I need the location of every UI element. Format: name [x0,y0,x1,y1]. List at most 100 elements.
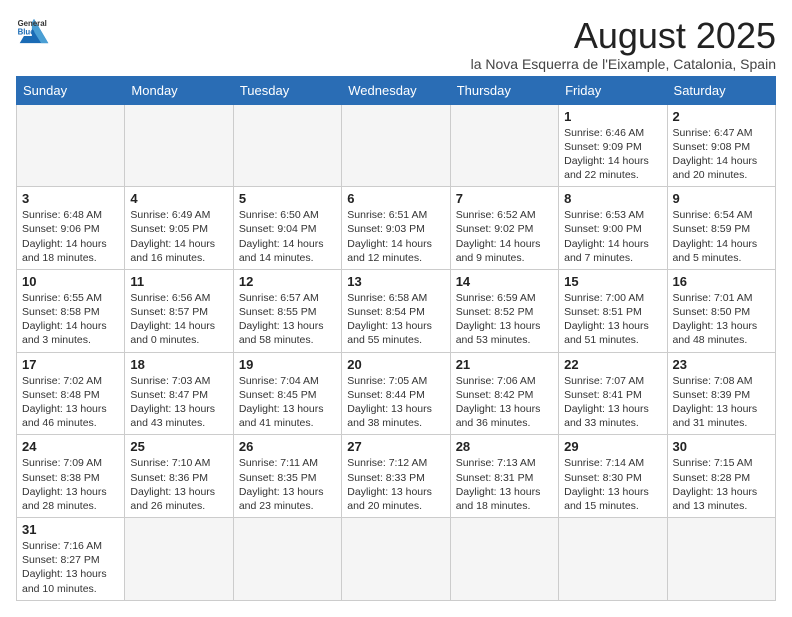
calendar-cell [667,518,775,601]
calendar-cell: 10Sunrise: 6:55 AM Sunset: 8:58 PM Dayli… [17,269,125,352]
day-number: 20 [347,357,444,372]
day-info: Sunrise: 6:53 AM Sunset: 9:00 PM Dayligh… [564,208,661,265]
day-number: 22 [564,357,661,372]
calendar-cell: 25 Sunrise: 7:10 AM Sunset: 8:36 PM Dayli… [125,435,233,518]
day-number: 7 [456,191,553,206]
day-number: 13 [347,274,444,289]
calendar-cell: 24 Sunrise: 7:09 AM Sunset: 8:38 PM Dayli… [17,435,125,518]
calendar-cell [17,104,125,187]
day-header-saturday: Saturday [667,76,775,104]
day-number: 27 [347,439,444,454]
calendar-cell [233,104,341,187]
day-number: 8 [564,191,661,206]
week-row-2: 10Sunrise: 6:55 AM Sunset: 8:58 PM Dayli… [17,269,776,352]
day-header-sunday: Sunday [17,76,125,104]
svg-text:Blue: Blue [18,28,36,37]
day-number: 21 [456,357,553,372]
calendar-cell: 27 Sunrise: 7:12 AM Sunset: 8:33 PM Dayli… [342,435,450,518]
day-info: Sunrise: 7:02 AM Sunset: 8:48 PM Dayligh… [22,374,119,431]
calendar-cell: 4Sunrise: 6:49 AM Sunset: 9:05 PM Daylig… [125,187,233,270]
day-number: 6 [347,191,444,206]
day-info: Sunrise: 7:07 AM Sunset: 8:41 PM Dayligh… [564,374,661,431]
day-number: 1 [564,109,661,124]
day-info: Sunrise: 6:50 AM Sunset: 9:04 PM Dayligh… [239,208,336,265]
calendar-cell: 31Sunrise: 7:16 AM Sunset: 8:27 PM Dayli… [17,518,125,601]
day-number: 23 [673,357,770,372]
calendar-cell: 23 Sunrise: 7:08 AM Sunset: 8:39 PM Dayli… [667,352,775,435]
day-info: Sunrise: 7:03 AM Sunset: 8:47 PM Dayligh… [130,374,227,431]
day-header-wednesday: Wednesday [342,76,450,104]
day-info: Sunrise: 6:47 AM Sunset: 9:08 PM Dayligh… [673,126,770,183]
week-row-3: 17 Sunrise: 7:02 AM Sunset: 8:48 PM Dayli… [17,352,776,435]
calendar-table: SundayMondayTuesdayWednesdayThursdayFrid… [16,76,776,601]
day-info: Sunrise: 6:58 AM Sunset: 8:54 PM Dayligh… [347,291,444,348]
calendar-cell: 7Sunrise: 6:52 AM Sunset: 9:02 PM Daylig… [450,187,558,270]
day-number: 5 [239,191,336,206]
day-number: 26 [239,439,336,454]
calendar-cell: 13 Sunrise: 6:58 AM Sunset: 8:54 PM Dayli… [342,269,450,352]
calendar-header-row: SundayMondayTuesdayWednesdayThursdayFrid… [17,76,776,104]
day-info: Sunrise: 7:09 AM Sunset: 8:38 PM Dayligh… [22,456,119,513]
day-info: Sunrise: 7:10 AM Sunset: 8:36 PM Dayligh… [130,456,227,513]
calendar-cell: 19Sunrise: 7:04 AM Sunset: 8:45 PM Dayli… [233,352,341,435]
day-header-thursday: Thursday [450,76,558,104]
day-header-tuesday: Tuesday [233,76,341,104]
calendar-cell [342,518,450,601]
calendar-cell: 3Sunrise: 6:48 AM Sunset: 9:06 PM Daylig… [17,187,125,270]
calendar-cell: 22 Sunrise: 7:07 AM Sunset: 8:41 PM Dayli… [559,352,667,435]
calendar-cell: 16Sunrise: 7:01 AM Sunset: 8:50 PM Dayli… [667,269,775,352]
day-info: Sunrise: 6:48 AM Sunset: 9:06 PM Dayligh… [22,208,119,265]
week-row-0: 1 Sunrise: 6:46 AM Sunset: 9:09 PM Daylig… [17,104,776,187]
day-info: Sunrise: 7:08 AM Sunset: 8:39 PM Dayligh… [673,374,770,431]
calendar-cell: 1 Sunrise: 6:46 AM Sunset: 9:09 PM Daylig… [559,104,667,187]
calendar-cell [125,104,233,187]
calendar-cell [125,518,233,601]
day-number: 17 [22,357,119,372]
day-info: Sunrise: 7:01 AM Sunset: 8:50 PM Dayligh… [673,291,770,348]
day-number: 4 [130,191,227,206]
day-info: Sunrise: 7:16 AM Sunset: 8:27 PM Dayligh… [22,539,119,596]
day-number: 24 [22,439,119,454]
calendar-cell [233,518,341,601]
day-info: Sunrise: 7:06 AM Sunset: 8:42 PM Dayligh… [456,374,553,431]
calendar-title: August 2025 [471,16,776,56]
calendar-cell [450,104,558,187]
day-info: Sunrise: 7:12 AM Sunset: 8:33 PM Dayligh… [347,456,444,513]
day-number: 12 [239,274,336,289]
calendar-cell: 15Sunrise: 7:00 AM Sunset: 8:51 PM Dayli… [559,269,667,352]
day-header-monday: Monday [125,76,233,104]
day-number: 25 [130,439,227,454]
day-info: Sunrise: 7:15 AM Sunset: 8:28 PM Dayligh… [673,456,770,513]
day-info: Sunrise: 6:59 AM Sunset: 8:52 PM Dayligh… [456,291,553,348]
day-info: Sunrise: 7:13 AM Sunset: 8:31 PM Dayligh… [456,456,553,513]
day-info: Sunrise: 6:46 AM Sunset: 9:09 PM Dayligh… [564,126,661,183]
calendar-cell: 17 Sunrise: 7:02 AM Sunset: 8:48 PM Dayli… [17,352,125,435]
calendar-cell: 9Sunrise: 6:54 AM Sunset: 8:59 PM Daylig… [667,187,775,270]
calendar-cell: 2 Sunrise: 6:47 AM Sunset: 9:08 PM Daylig… [667,104,775,187]
day-number: 15 [564,274,661,289]
week-row-1: 3Sunrise: 6:48 AM Sunset: 9:06 PM Daylig… [17,187,776,270]
calendar-cell: 29Sunrise: 7:14 AM Sunset: 8:30 PM Dayli… [559,435,667,518]
week-row-4: 24 Sunrise: 7:09 AM Sunset: 8:38 PM Dayli… [17,435,776,518]
logo: General Blue [16,16,52,46]
calendar-cell: 5 Sunrise: 6:50 AM Sunset: 9:04 PM Daylig… [233,187,341,270]
calendar-cell [559,518,667,601]
day-number: 30 [673,439,770,454]
calendar-cell [450,518,558,601]
day-number: 14 [456,274,553,289]
calendar-cell: 12Sunrise: 6:57 AM Sunset: 8:55 PM Dayli… [233,269,341,352]
day-number: 28 [456,439,553,454]
day-info: Sunrise: 6:55 AM Sunset: 8:58 PM Dayligh… [22,291,119,348]
day-number: 19 [239,357,336,372]
day-info: Sunrise: 6:51 AM Sunset: 9:03 PM Dayligh… [347,208,444,265]
day-number: 18 [130,357,227,372]
page-header: General Blue August 2025 la Nova Esquerr… [16,16,776,72]
day-number: 9 [673,191,770,206]
day-number: 29 [564,439,661,454]
day-number: 2 [673,109,770,124]
calendar-cell: 18 Sunrise: 7:03 AM Sunset: 8:47 PM Dayli… [125,352,233,435]
day-info: Sunrise: 7:11 AM Sunset: 8:35 PM Dayligh… [239,456,336,513]
day-info: Sunrise: 7:05 AM Sunset: 8:44 PM Dayligh… [347,374,444,431]
week-row-5: 31Sunrise: 7:16 AM Sunset: 8:27 PM Dayli… [17,518,776,601]
calendar-cell: 20 Sunrise: 7:05 AM Sunset: 8:44 PM Dayli… [342,352,450,435]
